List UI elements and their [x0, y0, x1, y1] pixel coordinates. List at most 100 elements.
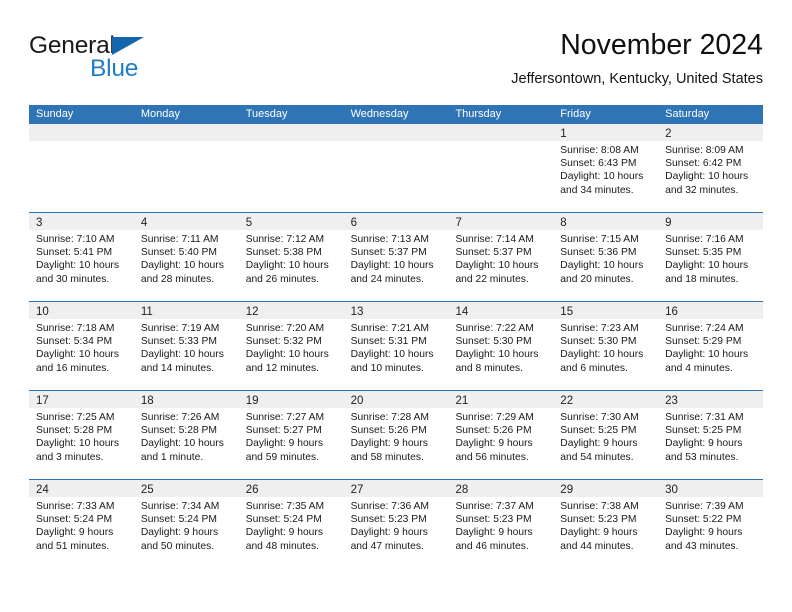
calendar-day-cell[interactable]: 13 Sunrise: 7:21 AM Sunset: 5:31 PM Dayligh…: [343, 302, 449, 390]
day-sun-info: Sunrise: 7:14 AM Sunset: 5:37 PM Daylight:…: [448, 230, 553, 286]
day-sun-info: Sunrise: 7:38 AM Sunset: 5:23 PM Daylight:…: [553, 497, 658, 553]
day-number-band: 30: [658, 480, 764, 497]
daylight-text-line1: Daylight: 10 hours: [350, 260, 434, 272]
day-number-band: 1: [553, 124, 659, 141]
day-number-band: 18: [133, 391, 239, 408]
day-number: 19: [245, 395, 259, 407]
page-header: General Blue November 2024 Jeffersontown…: [0, 0, 792, 98]
day-number-band: 24: [29, 480, 134, 497]
calendar-day-cell[interactable]: 3 Sunrise: 7:10 AM Sunset: 5:41 PM Daylight…: [29, 213, 134, 301]
day-number: 4: [140, 217, 148, 229]
calendar-day-cell[interactable]: 28 Sunrise: 7:37 AM Sunset: 5:23 PM Dayligh…: [448, 480, 554, 568]
daylight-text-line1: Daylight: 9 hours: [350, 438, 428, 450]
day-number-band: 27: [343, 480, 449, 497]
sunset-text: Sunset: 5:23 PM: [560, 514, 637, 526]
calendar-day-cell[interactable]: 20 Sunrise: 7:28 AM Sunset: 5:26 PM Dayligh…: [343, 391, 449, 479]
day-number: 10: [36, 306, 49, 318]
calendar-day-cell[interactable]: 18 Sunrise: 7:26 AM Sunset: 5:28 PM Dayligh…: [133, 391, 239, 479]
sunset-text: Sunset: 5:33 PM: [140, 336, 217, 348]
calendar-day-cell[interactable]: 10 Sunrise: 7:18 AM Sunset: 5:34 PM Dayligh…: [29, 302, 134, 390]
day-sun-info: Sunrise: 7:25 AM Sunset: 5:28 PM Daylight:…: [29, 408, 134, 464]
calendar-day-cell-empty: [133, 124, 239, 212]
calendar-day-cell[interactable]: 8 Sunrise: 7:15 AM Sunset: 5:36 PM Daylight…: [553, 213, 659, 301]
daylight-text-line1: Daylight: 10 hours: [665, 349, 749, 361]
calendar-day-cell[interactable]: 25 Sunrise: 7:34 AM Sunset: 5:24 PM Dayligh…: [133, 480, 239, 568]
sunrise-text: Sunrise: 7:25 AM: [36, 412, 115, 423]
sunrise-text: Sunrise: 7:36 AM: [350, 501, 429, 512]
calendar-day-cell[interactable]: 9 Sunrise: 7:16 AM Sunset: 5:35 PM Daylight…: [658, 213, 764, 301]
calendar-day-cell[interactable]: 6 Sunrise: 7:13 AM Sunset: 5:37 PM Daylight…: [343, 213, 449, 301]
sunrise-text: Sunrise: 7:18 AM: [36, 323, 115, 334]
calendar-day-cell[interactable]: 22 Sunrise: 7:30 AM Sunset: 5:25 PM Dayligh…: [553, 391, 659, 479]
day-sun-info: Sunrise: 7:39 AM Sunset: 5:22 PM Daylight:…: [658, 497, 763, 553]
day-number-band: 21: [448, 391, 554, 408]
weekday-header-saturday: Saturday: [665, 108, 710, 120]
day-sun-info: Sunrise: 7:34 AM Sunset: 5:24 PM Daylight:…: [134, 497, 239, 553]
sunrise-text: Sunrise: 7:28 AM: [350, 412, 429, 423]
calendar-day-cell[interactable]: 1 Sunrise: 8:08 AM Sunset: 6:43 PM Daylight…: [553, 124, 659, 212]
calendar-day-cell[interactable]: 14 Sunrise: 7:22 AM Sunset: 5:30 PM Dayligh…: [448, 302, 554, 390]
calendar-day-cell[interactable]: 15 Sunrise: 7:23 AM Sunset: 5:30 PM Dayligh…: [553, 302, 659, 390]
day-number: 7: [455, 217, 462, 229]
day-number: 13: [350, 306, 364, 318]
calendar-day-cell[interactable]: 5 Sunrise: 7:12 AM Sunset: 5:38 PM Daylight…: [238, 213, 344, 301]
sunset-text: Sunset: 5:26 PM: [350, 425, 427, 437]
day-number: 12: [245, 306, 259, 318]
calendar-day-cell-empty: [29, 124, 134, 212]
day-number: 5: [245, 217, 253, 229]
daylight-text-line1: Daylight: 10 hours: [350, 349, 434, 361]
daylight-text-line2: and 53 minutes.: [665, 451, 739, 463]
daylight-text-line2: and 54 minutes.: [560, 451, 634, 463]
sunset-text: Sunset: 5:23 PM: [350, 514, 427, 526]
day-number-band: 25: [133, 480, 239, 497]
day-sun-info: Sunrise: 7:18 AM Sunset: 5:34 PM Daylight:…: [29, 319, 134, 375]
sunset-text: Sunset: 5:24 PM: [245, 514, 322, 526]
daylight-text-line2: and 4 minutes.: [665, 362, 733, 374]
daylight-text-line1: Daylight: 10 hours: [36, 349, 119, 361]
daylight-text-line1: Daylight: 10 hours: [36, 438, 119, 450]
day-number-band: 23: [658, 391, 764, 408]
day-sun-info: Sunrise: 7:31 AM Sunset: 5:25 PM Daylight:…: [658, 408, 763, 464]
daylight-text-line2: and 14 minutes.: [140, 362, 215, 374]
day-number-band: 2: [658, 124, 764, 141]
sunrise-text: Sunrise: 7:10 AM: [36, 234, 115, 245]
calendar-day-cell[interactable]: 24 Sunrise: 7:33 AM Sunset: 5:24 PM Dayligh…: [29, 480, 134, 568]
day-number: 9: [665, 217, 672, 229]
sunrise-text: Sunrise: 7:38 AM: [560, 501, 639, 512]
calendar-day-cell[interactable]: 12 Sunrise: 7:20 AM Sunset: 5:32 PM Dayligh…: [238, 302, 344, 390]
daylight-text-line2: and 56 minutes.: [455, 451, 529, 463]
brand-logo[interactable]: General Blue: [29, 33, 289, 90]
sunrise-text: Sunrise: 7:20 AM: [245, 323, 325, 334]
day-sun-info: Sunrise: 7:37 AM Sunset: 5:23 PM Daylight:…: [448, 497, 553, 553]
daylight-text-line1: Daylight: 10 hours: [245, 349, 329, 361]
calendar-day-cell[interactable]: 11 Sunrise: 7:19 AM Sunset: 5:33 PM Dayligh…: [133, 302, 239, 390]
day-sun-info: Sunrise: 7:13 AM Sunset: 5:37 PM Daylight:…: [344, 230, 449, 286]
day-sun-info: Sunrise: 7:22 AM Sunset: 5:30 PM Daylight:…: [448, 319, 553, 375]
calendar-day-cell[interactable]: 17 Sunrise: 7:25 AM Sunset: 5:28 PM Dayligh…: [29, 391, 134, 479]
daylight-text-line2: and 6 minutes.: [560, 362, 628, 374]
calendar-day-cell[interactable]: 27 Sunrise: 7:36 AM Sunset: 5:23 PM Dayligh…: [343, 480, 449, 568]
daylight-text-line1: Daylight: 10 hours: [36, 260, 119, 272]
daylight-text-line1: Daylight: 10 hours: [455, 260, 539, 272]
weekday-header-thursday: Thursday: [455, 108, 502, 120]
calendar-day-cell[interactable]: 7 Sunrise: 7:14 AM Sunset: 5:37 PM Daylight…: [448, 213, 554, 301]
calendar-day-cell[interactable]: 2 Sunrise: 8:09 AM Sunset: 6:42 PM Daylight…: [658, 124, 764, 212]
calendar-day-cell[interactable]: 30 Sunrise: 7:39 AM Sunset: 5:22 PM Dayligh…: [658, 480, 764, 568]
day-number: 20: [350, 395, 364, 407]
calendar-day-cell[interactable]: 26 Sunrise: 7:35 AM Sunset: 5:24 PM Dayligh…: [238, 480, 344, 568]
calendar-day-cell[interactable]: 4 Sunrise: 7:11 AM Sunset: 5:40 PM Daylight…: [133, 213, 239, 301]
day-number: 27: [350, 484, 364, 496]
daylight-text-line2: and 59 minutes.: [245, 451, 319, 463]
sunrise-text: Sunrise: 7:12 AM: [245, 234, 325, 245]
sunset-text: Sunset: 5:31 PM: [350, 336, 427, 348]
calendar-day-cell[interactable]: 19 Sunrise: 7:27 AM Sunset: 5:27 PM Dayligh…: [238, 391, 344, 479]
day-number: 17: [36, 395, 49, 407]
sunrise-text: Sunrise: 7:30 AM: [560, 412, 639, 423]
blue-triangle-flag-icon: [112, 37, 144, 55]
sunrise-text: Sunrise: 7:26 AM: [140, 412, 220, 423]
calendar-day-cell[interactable]: 29 Sunrise: 7:38 AM Sunset: 5:23 PM Dayligh…: [553, 480, 659, 568]
calendar-day-cell[interactable]: 23 Sunrise: 7:31 AM Sunset: 5:25 PM Dayligh…: [658, 391, 764, 479]
sunset-text: Sunset: 5:25 PM: [665, 425, 742, 437]
calendar-day-cell[interactable]: 21 Sunrise: 7:29 AM Sunset: 5:26 PM Dayligh…: [448, 391, 554, 479]
calendar-day-cell[interactable]: 16 Sunrise: 7:24 AM Sunset: 5:29 PM Dayligh…: [658, 302, 764, 390]
